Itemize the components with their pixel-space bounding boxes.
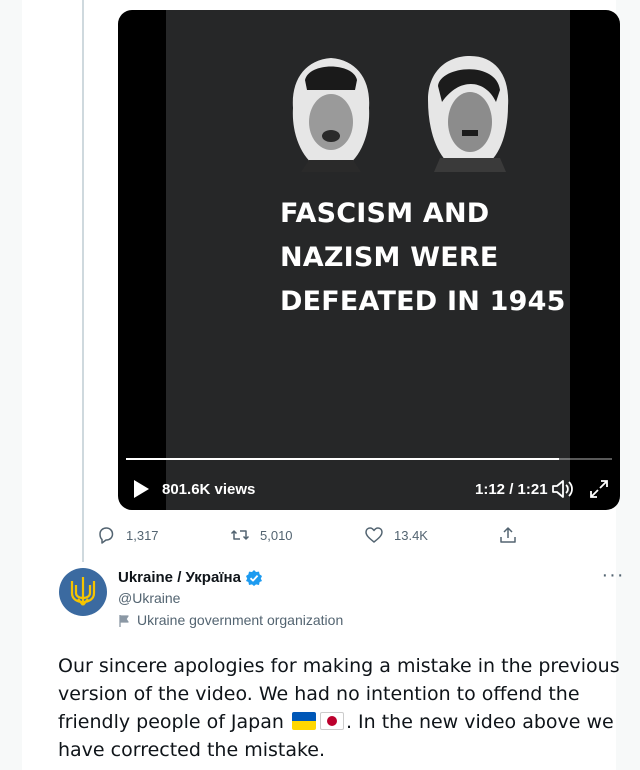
headline-line-2: NAZISM WERE: [280, 242, 499, 273]
video-player[interactable]: FASCISM AND NAZISM WERE DEFEATED IN 1945…: [118, 10, 620, 510]
retweet-count: 5,010: [260, 527, 293, 543]
progress-bar[interactable]: [126, 458, 612, 460]
avatar[interactable]: [59, 568, 107, 616]
volume-icon[interactable]: [550, 478, 574, 500]
progress-fill: [126, 458, 559, 460]
video-frame: FASCISM AND NAZISM WERE DEFEATED IN 1945: [166, 10, 570, 510]
user-handle[interactable]: @Ukraine: [118, 590, 180, 606]
trident-emblem-icon: [70, 577, 96, 606]
fullscreen-icon[interactable]: [588, 478, 610, 500]
headline-line-3: DEFEATED IN 1945: [280, 286, 566, 317]
view-count: 801.6K views: [162, 481, 256, 498]
reply-action[interactable]: 1,317: [96, 524, 159, 546]
like-icon: [365, 527, 383, 543]
timeline-card: FASCISM AND NAZISM WERE DEFEATED IN 1945…: [22, 0, 623, 770]
japan-flag-emoji: [319, 712, 344, 730]
flag-icon: [119, 614, 129, 627]
like-action[interactable]: 13.4K: [364, 524, 428, 546]
portrait-image-right: [428, 56, 509, 172]
thread-connector: [82, 540, 84, 562]
like-count: 13.4K: [394, 527, 428, 543]
account-label: Ukraine government organization: [118, 612, 343, 628]
video-time: 1:12 / 1:21: [475, 481, 548, 498]
retweet-icon: [230, 530, 250, 540]
video-headline: FASCISM AND NAZISM WERE DEFEATED IN 1945: [280, 192, 566, 324]
reply-count: 1,317: [126, 527, 159, 543]
portrait-image-left: [292, 58, 370, 172]
ukraine-flag-emoji: [291, 712, 316, 730]
share-icon: [500, 527, 516, 543]
share-action[interactable]: [498, 524, 528, 546]
reply-icon: [99, 527, 114, 544]
thread-line: [82, 0, 84, 556]
retweet-action[interactable]: 5,010: [230, 524, 293, 546]
account-label-text: Ukraine government organization: [137, 612, 344, 628]
display-name[interactable]: Ukraine / Україна: [118, 569, 241, 586]
verified-icon: [246, 570, 262, 586]
play-icon[interactable]: [132, 479, 150, 499]
tweet-text: Our sincere apologies for making a mista…: [58, 652, 628, 764]
headline-line-1: FASCISM AND: [280, 198, 490, 229]
more-icon[interactable]: ···: [600, 565, 626, 586]
